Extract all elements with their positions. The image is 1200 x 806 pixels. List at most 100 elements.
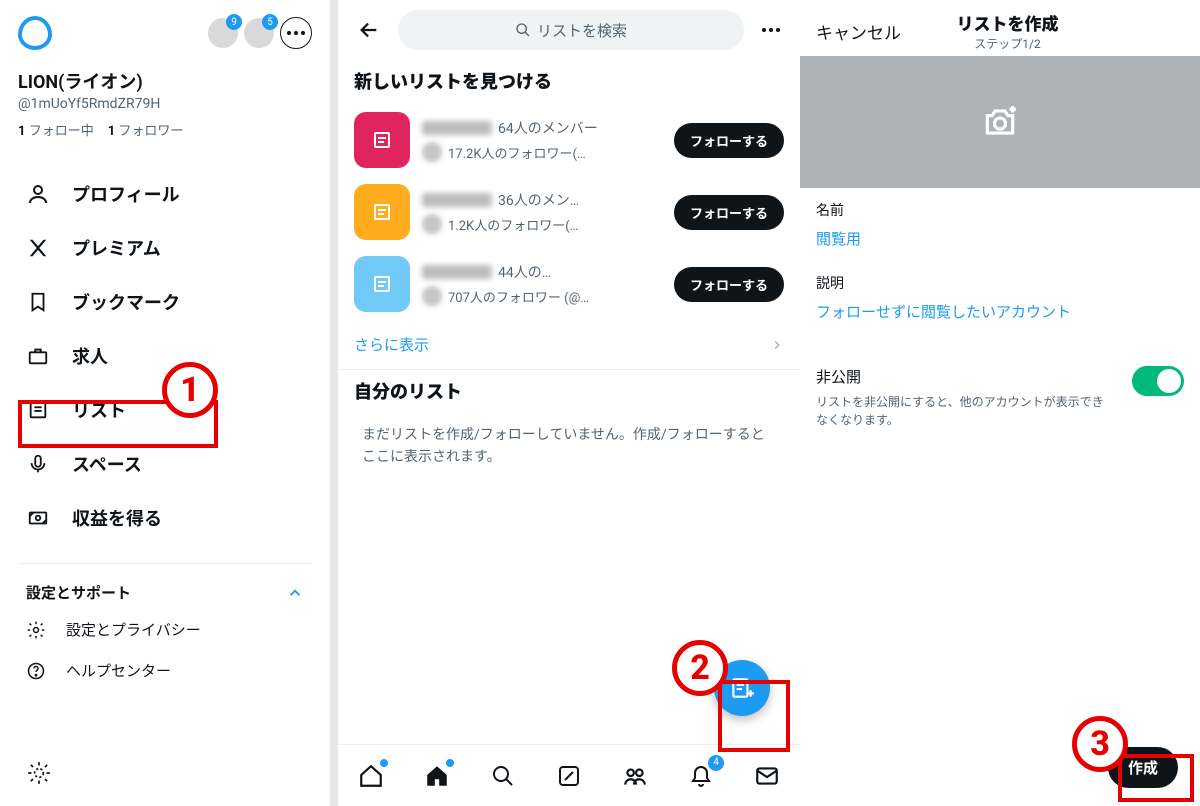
home-filled-icon	[424, 763, 450, 789]
nav-profile[interactable]: プロフィール	[18, 167, 312, 221]
chevron-up-icon	[286, 584, 304, 602]
name-input[interactable]: 閲覧用	[816, 228, 1184, 249]
following-stat[interactable]: 1 フォロー中	[18, 120, 94, 139]
subnav-help-label: ヘルプセンター	[66, 660, 171, 681]
tab-home[interactable]	[422, 761, 452, 791]
tab-home-alt[interactable]	[356, 761, 386, 791]
list-thumb-icon	[354, 112, 410, 168]
lists-header: リストを検索	[338, 0, 800, 60]
private-row: 非公開 リストを非公開にすると、他のアカウントが表示できなくなります。	[800, 326, 1200, 429]
follow-list-button[interactable]: フォローする	[674, 123, 784, 158]
nav-monetize[interactable]: 収益を得る	[18, 491, 312, 545]
suggested-list-row[interactable]: 36人のメン… 1.2K人のフォロワー(… フォローする	[338, 176, 800, 248]
search-lists-input[interactable]: リストを検索	[398, 10, 744, 50]
x-icon	[26, 236, 50, 260]
settings-support-toggle[interactable]: 設定とサポート	[18, 578, 312, 609]
follow-list-button[interactable]: フォローする	[674, 267, 784, 302]
followers-stat[interactable]: 1 フォロワー	[108, 120, 184, 139]
account-avatar-1[interactable]: 9	[208, 18, 238, 48]
nav-profile-label: プロフィール	[72, 181, 180, 207]
nav-jobs-label: 求人	[72, 343, 108, 369]
list-plus-icon	[729, 675, 755, 701]
nav-monetize-label: 収益を得る	[72, 505, 162, 531]
list-members: 36人のメン…	[498, 190, 579, 210]
primary-nav: プロフィール プレミアム ブックマーク 求人 リスト スペース	[18, 167, 312, 545]
account-badge-2: 5	[262, 14, 278, 30]
profile-handle: @1mUoYf5RmdZR79H	[18, 96, 312, 112]
list-followers: 707人のフォロワー (@…	[448, 287, 589, 306]
back-button[interactable]	[352, 13, 386, 47]
nav-premium[interactable]: プレミアム	[18, 221, 312, 275]
lists-more-button[interactable]	[756, 28, 786, 32]
list-thumb-icon	[354, 256, 410, 312]
nav-spaces-label: スペース	[72, 451, 142, 477]
briefcase-icon	[26, 344, 50, 368]
settings-support-label: 設定とサポート	[26, 582, 131, 603]
money-icon	[26, 506, 50, 530]
display-theme-button[interactable]	[18, 752, 60, 794]
nav-spaces[interactable]: スペース	[18, 437, 312, 491]
description-input[interactable]: フォローせずに閲覧したいアカウント	[816, 301, 1184, 322]
banner-image-picker[interactable]	[800, 56, 1200, 188]
tab-notifications[interactable]: 4	[686, 761, 716, 791]
list-members: 64人のメンバー	[498, 118, 598, 138]
lists-view: リストを検索 新しいリストを見つける 64人のメンバー 17.2K人のフォロワー…	[330, 0, 800, 806]
account-avatar-2[interactable]: 5	[244, 18, 274, 48]
subnav-settings-privacy[interactable]: 設定とプライバシー	[18, 609, 312, 650]
mic-icon	[26, 452, 50, 476]
tab-compose[interactable]	[554, 761, 584, 791]
notification-badge: 4	[708, 755, 724, 771]
blurred-list-name	[422, 265, 492, 279]
tab-search[interactable]	[488, 761, 518, 791]
cancel-button[interactable]: キャンセル	[816, 19, 901, 44]
new-dot-icon	[446, 759, 454, 767]
profile-avatar-icon[interactable]	[18, 16, 52, 50]
blurred-list-name	[422, 121, 492, 135]
private-description: リストを非公開にすると、他のアカウントが表示できなくなります。	[816, 393, 1112, 429]
nav-lists-label: リスト	[72, 397, 126, 423]
private-toggle[interactable]	[1132, 366, 1184, 396]
subnav-settings-label: 設定とプライバシー	[66, 619, 201, 640]
nav-jobs[interactable]: 求人	[18, 329, 312, 383]
suggested-list-row[interactable]: 44人の… 707人のフォロワー (@… フォローする	[338, 248, 800, 320]
create-list-button[interactable]: 作成	[1108, 747, 1178, 788]
people-icon	[622, 763, 648, 789]
search-placeholder: リストを検索	[537, 20, 627, 41]
step-indicator: ステップ1/2	[957, 35, 1059, 52]
arrow-left-icon	[358, 19, 380, 41]
list-followers: 1.2K人のフォロワー(…	[448, 215, 578, 234]
person-icon	[26, 182, 50, 206]
blurred-avatar	[422, 214, 442, 234]
description-field: 説明 フォローせずに閲覧したいアカウント	[800, 253, 1200, 326]
name-field: 名前 閲覧用	[800, 188, 1200, 253]
search-icon	[491, 764, 515, 788]
create-list-title: リストを作成	[957, 10, 1059, 35]
sidebar: 9 5 LION(ライオン) @1mUoYf5RmdZR79H 1 フォロー中 …	[0, 0, 330, 806]
subnav-help-center[interactable]: ヘルプセンター	[18, 650, 312, 691]
create-list-sheet: キャンセル リストを作成 ステップ1/2 名前 閲覧用 説明 フォローせずに閲覧…	[800, 0, 1200, 806]
blurred-avatar	[422, 286, 442, 306]
create-list-fab[interactable]	[714, 660, 770, 716]
tab-communities[interactable]	[620, 761, 650, 791]
search-icon	[515, 22, 531, 38]
account-switcher: 9 5	[208, 17, 312, 49]
compose-icon	[557, 764, 581, 788]
nav-bookmarks[interactable]: ブックマーク	[18, 275, 312, 329]
sidebar-top-row: 9 5	[18, 16, 312, 50]
more-accounts-button[interactable]	[280, 17, 312, 49]
bookmark-icon	[26, 290, 50, 314]
discover-lists-title: 新しいリストを見つける	[338, 60, 800, 104]
private-label: 非公開	[816, 366, 1112, 387]
show-more-lists[interactable]: さらに表示	[338, 320, 800, 370]
follow-list-button[interactable]: フォローする	[674, 195, 784, 230]
create-list-header: キャンセル リストを作成 ステップ1/2	[800, 0, 1200, 56]
tab-messages[interactable]	[752, 761, 782, 791]
show-more-label: さらに表示	[354, 334, 429, 355]
name-label: 名前	[816, 200, 1184, 220]
nav-lists[interactable]: リスト	[18, 383, 312, 437]
gear-icon	[26, 620, 46, 640]
suggested-list-row[interactable]: 64人のメンバー 17.2K人のフォロワー(… フォローする	[338, 104, 800, 176]
blurred-list-name	[422, 193, 492, 207]
bottom-tab-bar: 4	[338, 744, 800, 806]
divider	[18, 563, 312, 564]
